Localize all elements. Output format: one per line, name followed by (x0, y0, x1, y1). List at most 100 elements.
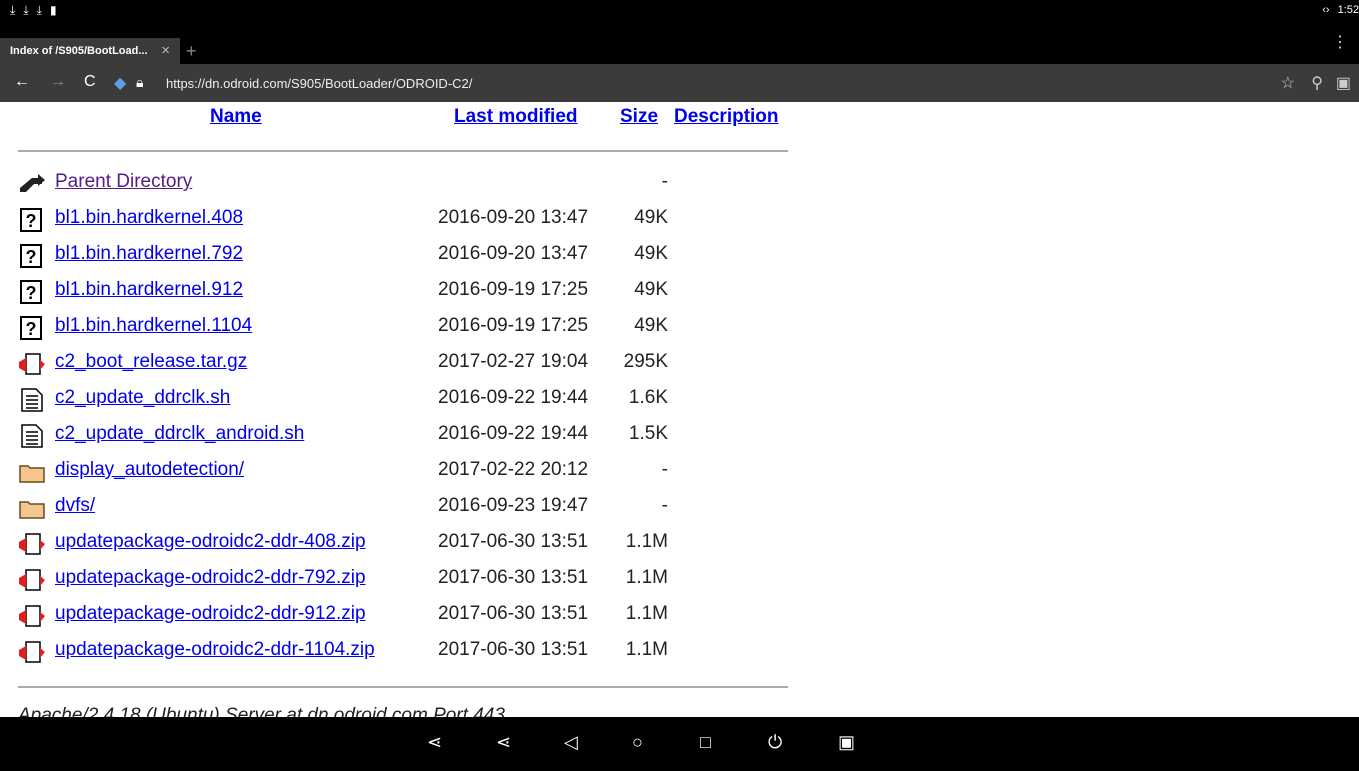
header-divider (18, 150, 788, 152)
file-link[interactable]: dvfs/ (55, 495, 95, 517)
file-size: - (661, 459, 668, 480)
parent-directory-icon (18, 172, 46, 196)
svg-text:?: ? (26, 211, 37, 231)
file-size: 49K (634, 243, 668, 264)
extension-icon[interactable]: ◆ (114, 73, 126, 93)
file-link[interactable]: updatepackage-odroidc2-ddr-1104.zip (55, 639, 375, 661)
file-modified: 2017-02-27 19:04 (438, 351, 589, 372)
archive-icon (18, 604, 46, 628)
file-modified: 2016-09-20 13:47 (438, 207, 589, 228)
file-size: 1.5K (628, 423, 668, 444)
table-row: updatepackage-odroidc2-ddr-1104.zip 2017-… (18, 636, 788, 666)
download-icon: ⤓ (23, 3, 29, 17)
folder-icon (18, 496, 46, 520)
table-row: c2_update_ddrclk.sh 2016-09-22 19:44 1.6K (18, 384, 788, 414)
table-row: Parent Directory - (18, 168, 788, 198)
file-link[interactable]: bl1.bin.hardkernel.1104 (55, 315, 252, 337)
folder-icon (18, 460, 46, 484)
file-link[interactable]: bl1.bin.hardkernel.912 (55, 279, 243, 301)
archive-icon (18, 352, 46, 376)
bookmark-icon[interactable]: ▣ (1336, 73, 1351, 93)
table-row: ? bl1.bin.hardkernel.1104 2016-09-19 17:25… (18, 312, 788, 342)
network-icon: ‹› (1322, 4, 1330, 16)
clipboard-icon: ▮ (49, 3, 57, 17)
close-icon[interactable]: × (161, 42, 170, 59)
unknown-file-icon: ? (18, 244, 46, 268)
table-row: ? bl1.bin.hardkernel.912 2016-09-19 17:25 4… (18, 276, 788, 306)
tab-title: Index of /S905/BootLoad... (10, 45, 148, 57)
file-link[interactable]: Parent Directory (55, 171, 192, 193)
table-row: dvfs/2016-09-23 19:47 - (18, 492, 788, 522)
file-size: 49K (634, 315, 668, 336)
reload-icon[interactable]: C (84, 73, 96, 91)
table-row: c2_boot_release.tar.gz 2017-02-27 19:04 29… (18, 348, 788, 378)
file-size: 1.6K (628, 387, 668, 408)
status-right: ‹› 1:52 (1322, 4, 1359, 16)
size-column-header[interactable]: Size (620, 106, 658, 128)
archive-icon (18, 532, 46, 556)
system-nav-bar: ⋖ ⋖ ◁ ○ □ ⏻ ▣ (0, 717, 1359, 771)
table-row: updatepackage-odroidc2-ddr-912.zip 2017-0… (18, 600, 788, 630)
file-link[interactable]: c2_update_ddrclk.sh (55, 387, 230, 409)
power-icon[interactable]: ⏻ (768, 732, 782, 753)
table-row: updatepackage-odroidc2-ddr-792.zip 2017-0… (18, 564, 788, 594)
description-column-header[interactable]: Description (674, 106, 779, 128)
file-link[interactable]: c2_update_ddrclk_android.sh (55, 423, 304, 445)
notification-icons: ⤓ ⤓ ⤓ ▮ (10, 3, 57, 18)
share-icon[interactable]: ⋖ (427, 732, 442, 753)
table-row: ? bl1.bin.hardkernel.408 2016-09-20 13:47 4… (18, 204, 788, 234)
star-icon[interactable]: ☆ (1281, 73, 1295, 93)
forward-arrow-icon[interactable]: → (50, 73, 66, 91)
directory-listing: Name Last modified Size Description Pare… (0, 102, 1359, 726)
table-row: updatepackage-odroidc2-ddr-408.zip 2017-0… (18, 528, 788, 558)
file-modified: 2016-09-22 19:44 (438, 387, 589, 408)
text-file-icon (18, 424, 46, 448)
table-row: display_autodetection/2017-02-22 20:12 - (18, 456, 788, 486)
file-link[interactable]: updatepackage-odroidc2-ddr-912.zip (55, 603, 366, 625)
back-triangle-icon[interactable]: ◁ (564, 732, 578, 753)
footer-divider (18, 686, 788, 688)
file-size: 1.1M (625, 639, 668, 660)
lock-icon: 🔒︎ (136, 74, 144, 90)
screenshot-icon[interactable]: ▣ (838, 732, 855, 753)
back-arrow-icon[interactable]: ← (14, 73, 30, 91)
name-column-header[interactable]: Name (210, 106, 262, 128)
file-link[interactable]: display_autodetection/ (55, 459, 244, 481)
browser-tab[interactable]: Index of /S905/BootLoad... × (0, 38, 180, 64)
archive-icon (18, 568, 46, 592)
download-icon: ⤓ (36, 3, 42, 17)
unknown-file-icon: ? (18, 316, 46, 340)
table-row: ? bl1.bin.hardkernel.792 2016-09-20 13:47 4… (18, 240, 788, 270)
search-icon[interactable]: ⚲ (1311, 73, 1323, 93)
file-modified: 2017-06-30 13:51 (438, 639, 589, 660)
file-modified: 2017-06-30 13:51 (438, 567, 589, 588)
address-bar: ← → C ◆ 🔒︎ https://dn.odroid.com/S905/Bo… (0, 64, 1359, 102)
file-link[interactable]: bl1.bin.hardkernel.792 (55, 243, 243, 265)
svg-text:?: ? (26, 319, 37, 339)
last-modified-column-header[interactable]: Last modified (454, 106, 578, 128)
file-modified: 2016-09-19 17:25 (438, 279, 589, 300)
file-modified: 2016-09-20 13:47 (438, 243, 589, 264)
file-size: 49K (634, 207, 668, 228)
url-field[interactable]: https://dn.odroid.com/S905/BootLoader/OD… (166, 76, 472, 91)
overflow-menu-icon[interactable]: ⋮ (1332, 32, 1348, 52)
file-link[interactable]: updatepackage-odroidc2-ddr-792.zip (55, 567, 366, 589)
file-modified: 2016-09-23 19:47 (438, 495, 589, 516)
new-tab-button[interactable]: + (186, 41, 197, 62)
file-link[interactable]: bl1.bin.hardkernel.408 (55, 207, 243, 229)
file-size: 49K (634, 279, 668, 300)
file-link[interactable]: updatepackage-odroidc2-ddr-408.zip (55, 531, 366, 553)
recents-square-icon[interactable]: □ (700, 732, 711, 753)
home-circle-icon[interactable]: ○ (632, 732, 643, 753)
file-link[interactable]: c2_boot_release.tar.gz (55, 351, 247, 373)
archive-icon (18, 640, 46, 664)
share-icon[interactable]: ⋖ (496, 732, 511, 753)
clock: 1:52 (1337, 4, 1359, 16)
file-size: - (661, 495, 668, 516)
tab-strip: Index of /S905/BootLoad... × + ⋮ (0, 22, 1359, 64)
unknown-file-icon: ? (18, 280, 46, 304)
file-modified: 2016-09-19 17:25 (438, 315, 589, 336)
file-size: 1.1M (625, 531, 668, 552)
file-modified: 2016-09-22 19:44 (438, 423, 589, 444)
file-size: 1.1M (625, 603, 668, 624)
